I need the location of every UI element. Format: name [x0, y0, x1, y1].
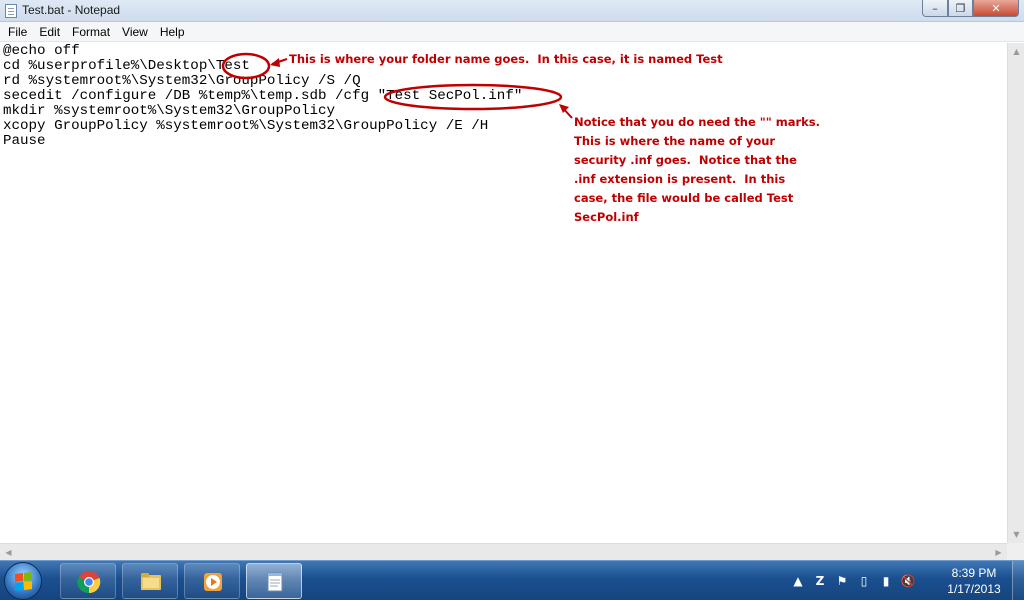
clock-time: 8:39 PM [951, 566, 997, 580]
start-button[interactable] [4, 562, 42, 600]
scroll-up-arrow-icon[interactable]: ▲ [1008, 43, 1024, 60]
maximize-icon: ❐ [955, 1, 966, 15]
code-line-1: @echo off [3, 43, 80, 59]
menu-bar: File Edit Format View Help [0, 22, 1024, 42]
inf-annotation-line-4: .inf extension is present. In this [574, 172, 786, 186]
system-tray: ▲ Z ⚑ ▯ ▮ 🔇 [790, 561, 940, 600]
close-button[interactable]: ✕ [973, 0, 1019, 17]
code-line-2: cd %userprofile%\Desktop\Test [3, 58, 250, 74]
taskbar-notepad-button[interactable] [246, 563, 302, 599]
menu-help[interactable]: Help [154, 22, 191, 42]
show-hidden-icons-arrow[interactable]: ▲ [790, 574, 806, 588]
volume-muted-icon[interactable]: 🔇 [900, 574, 916, 588]
close-icon: ✕ [991, 1, 1001, 15]
menu-format[interactable]: Format [66, 22, 116, 42]
scroll-down-arrow-icon[interactable]: ▼ [1008, 526, 1024, 543]
menu-view[interactable]: View [116, 22, 154, 42]
folder-name-annotation: This is where your folder name goes. In … [289, 52, 723, 66]
clock-date: 1/17/2013 [947, 582, 1001, 596]
title-bar[interactable]: Test.bat - Notepad – ❐ ✕ [0, 0, 1024, 22]
maximize-button[interactable]: ❐ [948, 0, 973, 17]
inf-annotation-line-6: SecPol.inf [574, 210, 639, 224]
notepad-app-icon[interactable] [5, 4, 17, 18]
inf-annotation-line-1: Notice that you do need the "" marks. [574, 115, 821, 129]
code-line-5: mkdir %systemroot%\System32\GroupPolicy [3, 103, 336, 119]
code-line-7: Pause [3, 133, 46, 149]
window-title: Test.bat - Notepad [22, 3, 121, 17]
taskbar-media-player-button[interactable] [184, 563, 240, 599]
network-signal-icon[interactable]: ▮ [878, 574, 894, 588]
chrome-icon [77, 571, 101, 594]
inf-annotation-line-3: security .inf goes. Notice that the [574, 153, 797, 167]
horizontal-scrollbar[interactable]: ◀ ▶ [0, 543, 1007, 560]
scrollbar-corner [1007, 543, 1024, 560]
notepad-icon [267, 572, 283, 592]
zonealarm-icon[interactable]: Z [812, 574, 828, 588]
windows-logo-icon [15, 572, 32, 591]
scroll-right-arrow-icon[interactable]: ▶ [990, 544, 1007, 561]
menu-edit[interactable]: Edit [33, 22, 66, 42]
menu-file[interactable]: File [2, 22, 33, 42]
code-line-3: rd %systemroot%\System32\GroupPolicy /S … [3, 73, 361, 89]
minimize-icon: – [932, 1, 938, 15]
action-center-flag-icon[interactable]: ⚑ [834, 574, 850, 588]
taskbar-chrome-button[interactable] [60, 563, 116, 599]
show-desktop-button[interactable] [1012, 561, 1024, 600]
scroll-left-arrow-icon[interactable]: ◀ [0, 544, 17, 561]
battery-icon[interactable]: ▯ [856, 574, 872, 588]
explorer-folder-icon [141, 573, 161, 590]
minimize-button[interactable]: – [922, 0, 948, 17]
text-editor[interactable]: @echo off cd %userprofile%\Desktop\Test … [0, 43, 1007, 543]
code-line-4: secedit /configure /DB %temp%\temp.sdb /… [3, 88, 523, 104]
taskbar-explorer-button[interactable] [122, 563, 178, 599]
inf-annotation-line-5: case, the file would be called Test [574, 191, 794, 205]
taskbar: ▲ Z ⚑ ▯ ▮ 🔇 8:39 PM 1/17/2013 [0, 560, 1024, 600]
vertical-scrollbar[interactable]: ▲ ▼ [1007, 43, 1024, 543]
media-player-icon [204, 573, 222, 591]
inf-annotation-line-2: This is where the name of your [574, 134, 776, 148]
code-line-6: xcopy GroupPolicy %systemroot%\System32\… [3, 118, 489, 134]
taskbar-clock[interactable]: 8:39 PM 1/17/2013 [940, 565, 1008, 597]
